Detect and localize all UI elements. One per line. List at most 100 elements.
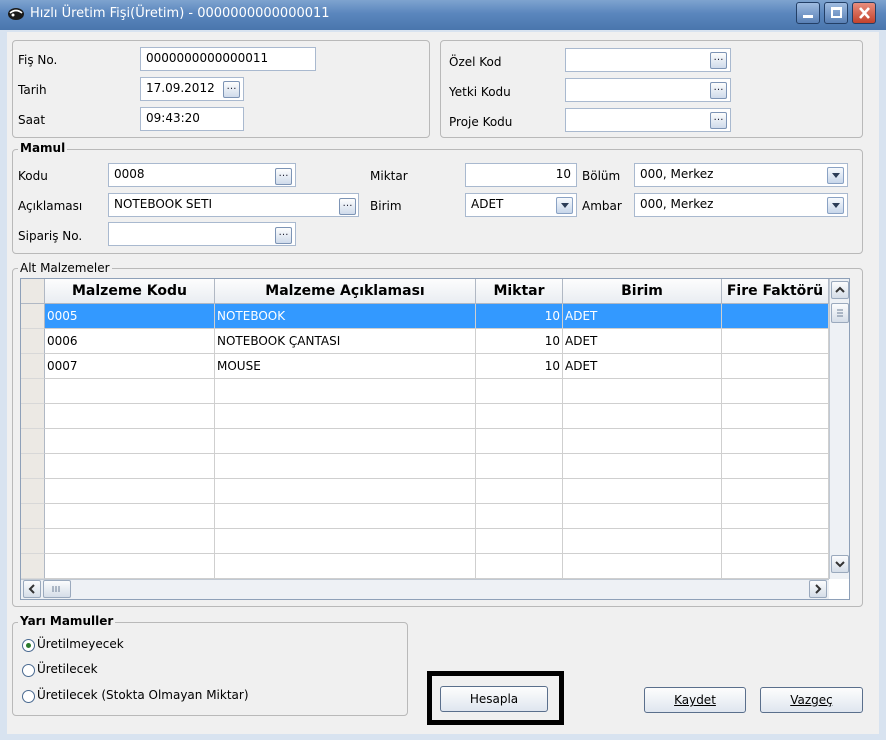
empty-cell[interactable] [476,504,563,529]
empty-cell[interactable] [563,554,722,579]
empty-cell[interactable] [45,404,215,429]
empty-cell[interactable] [476,379,563,404]
row-indicator[interactable] [21,479,45,504]
empty-cell[interactable] [476,454,563,479]
empty-cell[interactable] [722,504,829,529]
ambar-dropdown-icon[interactable] [827,197,844,214]
col-header-malzeme-kodu[interactable]: Malzeme Kodu [45,279,215,303]
minimize-button[interactable] [796,2,820,24]
radio-uretilecek-stokta-olmayan[interactable] [22,690,35,703]
empty-cell[interactable] [215,479,476,504]
empty-cell[interactable] [722,404,829,429]
vazgec-button[interactable]: Vazgeç [760,687,863,713]
aciklama-lookup-button[interactable]: … [339,198,356,215]
radio-uretilecek[interactable] [22,664,35,677]
row-indicator[interactable] [21,504,45,529]
kodu-field[interactable]: 0008 [108,163,296,187]
cell-malzeme-aciklamasi[interactable]: NOTEBOOK [215,304,476,329]
row-indicator[interactable] [21,354,45,379]
maximize-button[interactable] [824,2,848,24]
table-row[interactable]: 0007 MOUSE 10 ADET [45,354,829,379]
radio-label[interactable]: Üretilecek (Stokta Olmayan Miktar) [37,688,249,702]
empty-row[interactable] [45,379,829,404]
ambar-select[interactable]: 000, Merkez [634,193,848,217]
ozel-kod-field[interactable] [565,48,731,72]
empty-cell[interactable] [722,554,829,579]
cell-birim[interactable]: ADET [563,304,722,329]
cell-miktar[interactable]: 10 [476,304,563,329]
cell-malzeme-kodu[interactable]: 0007 [45,354,215,379]
ozel-kod-lookup-button[interactable]: … [710,52,727,69]
empty-cell[interactable] [215,454,476,479]
proje-kodu-lookup-button[interactable]: … [710,112,727,129]
scroll-left-button[interactable] [23,580,41,598]
empty-cell[interactable] [722,454,829,479]
scroll-down-button[interactable] [831,555,849,573]
cell-malzeme-aciklamasi[interactable]: MOUSE [215,354,476,379]
empty-row[interactable] [45,554,829,579]
row-indicator[interactable] [21,379,45,404]
cell-miktar[interactable]: 10 [476,354,563,379]
col-header-fire-faktoru[interactable]: Fire Faktörü [722,279,829,303]
empty-row[interactable] [45,454,829,479]
empty-cell[interactable] [476,529,563,554]
empty-row[interactable] [45,504,829,529]
empty-cell[interactable] [563,429,722,454]
kodu-lookup-button[interactable]: … [275,168,292,185]
bolum-select[interactable]: 000, Merkez [634,163,848,187]
scroll-up-button[interactable] [831,281,849,299]
empty-cell[interactable] [722,379,829,404]
empty-cell[interactable] [563,479,722,504]
row-indicator[interactable] [21,529,45,554]
alt-malzemeler-grid[interactable]: Malzeme Kodu Malzeme Açıklaması Miktar B… [20,278,850,600]
radio-label[interactable]: Üretilecek [37,662,98,676]
birim-dropdown-icon[interactable] [556,197,573,214]
col-header-malzeme-aciklamasi[interactable]: Malzeme Açıklaması [215,279,476,303]
fis-no-field[interactable]: 0000000000000011 [140,47,316,71]
cell-fire-faktoru[interactable] [722,304,829,329]
empty-row[interactable] [45,529,829,554]
yetki-kodu-lookup-button[interactable]: … [710,82,727,99]
empty-cell[interactable] [215,429,476,454]
close-button[interactable] [852,2,876,24]
table-row[interactable]: 0005 NOTEBOOK 10 ADET [45,304,829,329]
empty-cell[interactable] [722,429,829,454]
table-row[interactable]: 0006 NOTEBOOK ÇANTASI 10 ADET [45,329,829,354]
empty-cell[interactable] [476,404,563,429]
empty-cell[interactable] [45,379,215,404]
empty-cell[interactable] [476,554,563,579]
yetki-kodu-field[interactable] [565,78,731,102]
row-indicator[interactable] [21,429,45,454]
row-indicator[interactable] [21,554,45,579]
proje-kodu-field[interactable] [565,108,731,132]
empty-cell[interactable] [45,429,215,454]
empty-row[interactable] [45,479,829,504]
empty-cell[interactable] [563,454,722,479]
cell-birim[interactable]: ADET [563,329,722,354]
row-indicator[interactable] [21,404,45,429]
scroll-thumb-horizontal[interactable] [43,580,71,598]
empty-cell[interactable] [563,404,722,429]
empty-cell[interactable] [45,479,215,504]
horizontal-scrollbar[interactable] [21,579,829,599]
empty-cell[interactable] [722,479,829,504]
empty-cell[interactable] [45,454,215,479]
cell-miktar[interactable]: 10 [476,329,563,354]
col-header-birim[interactable]: Birim [563,279,722,303]
row-indicator[interactable] [21,329,45,354]
row-indicator[interactable] [21,304,45,329]
vertical-scrollbar[interactable] [829,279,849,579]
empty-cell[interactable] [45,554,215,579]
cell-malzeme-aciklamasi[interactable]: NOTEBOOK ÇANTASI [215,329,476,354]
empty-cell[interactable] [563,379,722,404]
cell-birim[interactable]: ADET [563,354,722,379]
cell-fire-faktoru[interactable] [722,354,829,379]
empty-cell[interactable] [215,379,476,404]
saat-field[interactable]: 09:43:20 [140,107,244,131]
empty-cell[interactable] [215,554,476,579]
siparis-no-field[interactable] [108,222,296,246]
empty-cell[interactable] [215,404,476,429]
empty-cell[interactable] [476,479,563,504]
empty-cell[interactable] [45,504,215,529]
scroll-right-button[interactable] [809,580,827,598]
